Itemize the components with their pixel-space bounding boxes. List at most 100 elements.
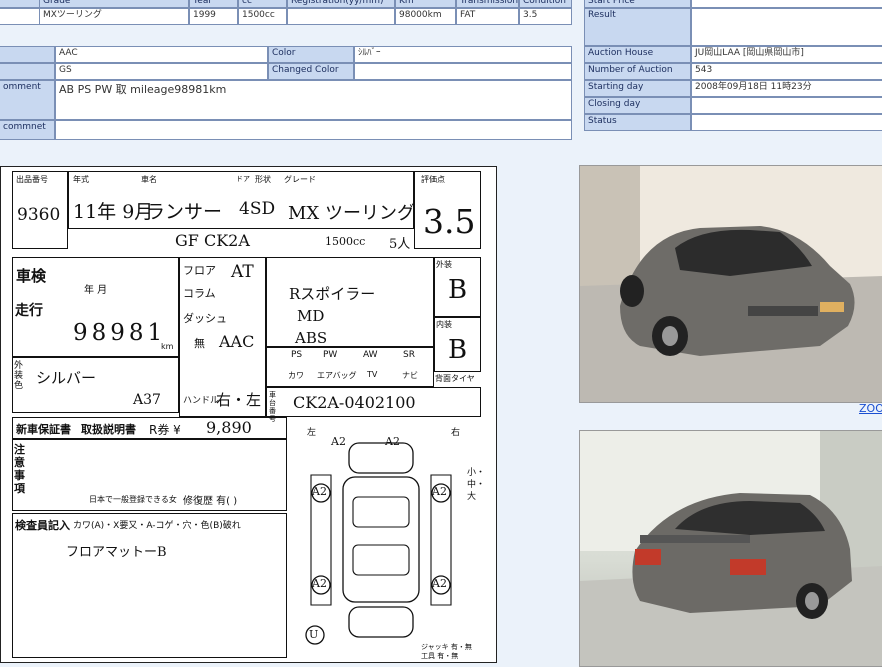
value-km: 98000km (395, 8, 456, 25)
equip-navi: ナビ (402, 371, 418, 380)
car-photo-rear[interactable] (579, 430, 882, 667)
sales-point-2: MD (297, 307, 325, 325)
manual-label: 取扱説明書 (81, 423, 136, 436)
name-value: ランサー (146, 201, 223, 223)
value-starting-day: 2008年09月18日 11時23分 (691, 80, 882, 97)
ext-color-label: 外装色 (14, 361, 24, 391)
equip-kawa: カワ (288, 371, 304, 380)
equip-ps: PS (291, 350, 303, 360)
color-number: A37 (133, 392, 161, 408)
value-auction-house: JU岡山LAA [岡山県岡山市] (691, 46, 882, 63)
label-number-of-auction: Number of Auction (584, 63, 691, 80)
aac-value: AAC (219, 332, 255, 351)
equip-aw: AW (363, 350, 378, 360)
mileage-label: 走行 (15, 303, 43, 319)
warranty-label: 新車保証書 (16, 423, 71, 436)
frame-value: CK2A-0402100 (293, 393, 416, 412)
label-status: Status (584, 114, 691, 131)
label-closing-day: Closing day (584, 97, 691, 114)
zoom-link[interactable]: ZOO (859, 402, 882, 415)
label-result: Result (584, 8, 691, 46)
shape-value: 4SD (239, 199, 276, 219)
header-year: Year (189, 0, 238, 8)
ext-grade-label: 外装 (436, 260, 452, 269)
car-rear-illustration (580, 431, 882, 666)
lot-label: 出品番号 (16, 175, 48, 184)
damage-mark-2: A2 (432, 485, 447, 498)
label-changed-color: Changed Color (268, 63, 354, 80)
car-front-illustration (580, 166, 882, 402)
ext-grade-value: B (448, 275, 468, 305)
label-commnet: commnet (0, 120, 55, 140)
aac-label: 無 (194, 337, 205, 350)
equip-airbag: エアバッグ (317, 371, 357, 380)
value-changed-color (354, 63, 572, 80)
value-comment: AB PS PW 取 mileage98981km (55, 80, 572, 120)
history-label: 修復歴 有( ) (183, 496, 238, 507)
value-transmission: FAT (456, 8, 519, 25)
auction-sheet-image[interactable]: 出品番号 9360 年式 11年 9月 車名 ランサー ドア 形状 4SD グレ… (0, 166, 497, 663)
dealer-label: 日本で一般登録できる女 (89, 495, 177, 504)
shaken-ym: 年 月 (84, 285, 108, 296)
ext-color-value: シルバー (36, 369, 97, 387)
shift-floor: フロア (183, 264, 216, 277)
cc-value: 1500cc (325, 235, 366, 248)
value-number-of-auction: 543 (691, 63, 882, 80)
value-closing-day (691, 97, 882, 114)
damage-mark-6: A2 (385, 435, 400, 448)
inspector-label: 検査員記入 (15, 519, 70, 532)
recycle-value: 9,890 (206, 418, 252, 437)
value-color: ｼﾙﾊﾞｰ (354, 46, 572, 63)
seats-value: 5人 (389, 237, 411, 252)
tire-label: 背面タイヤ (435, 374, 475, 383)
sales-point-3: ABS (295, 329, 328, 347)
model-value: GF CK2A (175, 231, 250, 250)
lot-number: 9360 (17, 205, 61, 225)
value-status (691, 114, 882, 131)
damage-mark-1: A2 (312, 485, 327, 498)
label-comment: omment (0, 80, 55, 120)
handle-label: ハンドル (183, 396, 220, 406)
value-registration (287, 8, 395, 25)
jack-tools-label: ジャッキ 有・無 工具 有・無 (421, 643, 472, 660)
value-result (691, 8, 882, 46)
mileage-value: 98981 (73, 320, 167, 346)
header-condition: Condition (519, 0, 572, 8)
mileage-unit: km (161, 342, 174, 351)
label-start-price: Start Price (584, 0, 691, 8)
score-label: 評価点 (421, 175, 445, 184)
label-starting-day: Starting day (584, 80, 691, 97)
value-year: 1999 (189, 8, 238, 25)
header-km: Km (395, 0, 456, 8)
shift-at: AT (231, 262, 254, 282)
damage-mark-7: U (309, 628, 319, 641)
name-label: 車名 (141, 175, 157, 184)
value-equipment: AAC (55, 46, 268, 63)
equip-tv: TV (367, 370, 378, 379)
int-grade-value: B (448, 335, 468, 365)
label-color: Color (268, 46, 354, 63)
value-start-price (691, 0, 882, 8)
header-cc: cc (238, 0, 287, 8)
row-blank (0, 8, 40, 25)
label-auction-house: Auction House (584, 46, 691, 63)
damage-mark-5: A2 (331, 435, 346, 448)
score-value: 3.5 (423, 202, 476, 241)
car-photo-front[interactable] (579, 165, 882, 403)
handle-value: 右・左 (216, 391, 262, 409)
label-grade (0, 63, 55, 80)
value-condition: 3.5 (519, 8, 572, 25)
grade-label: グレード (284, 175, 316, 184)
sales-point-1: Rスポイラー (289, 285, 376, 303)
year-value: 11年 9月 (73, 201, 154, 223)
door-label: ドア (236, 175, 250, 183)
value-cc: 1500cc (238, 8, 287, 25)
value-commnet (55, 120, 572, 140)
header-transmission: Transmission (456, 0, 519, 8)
inspector-box (12, 513, 287, 658)
header-grade: Grade (39, 0, 189, 8)
equip-sr: SR (403, 350, 415, 360)
damage-mark-3: A2 (312, 577, 327, 590)
int-grade-label: 内装 (436, 320, 452, 329)
damage-mark-4: A2 (432, 577, 447, 590)
